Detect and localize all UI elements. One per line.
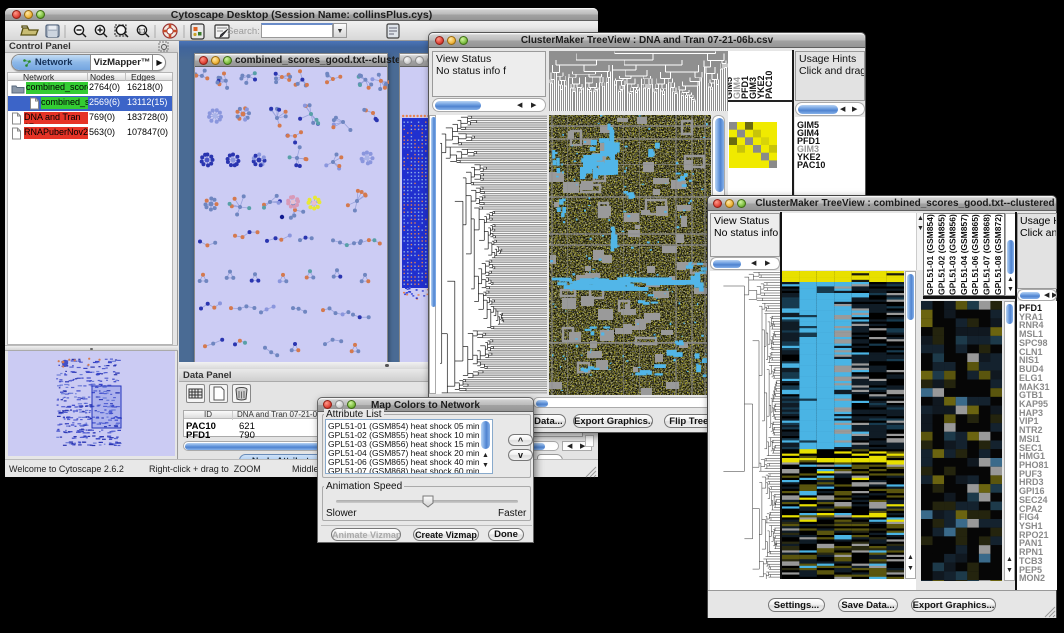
- svg-text:1:1: 1:1: [138, 29, 145, 35]
- svg-text:GPL51-07 (GSM868): GPL51-07 (GSM868): [982, 214, 992, 295]
- svg-text:GPL51-02 (GSM855): GPL51-02 (GSM855): [936, 214, 946, 295]
- svg-text:GPL51-03 (GSM856): GPL51-03 (GSM856): [948, 214, 958, 295]
- svg-text:GPL51-01 (GSM854): GPL51-01 (GSM854): [925, 214, 935, 295]
- svg-text:GPL51-06 (GSM865): GPL51-06 (GSM865): [970, 214, 980, 295]
- svg-text:GPL51-04 (GSM857): GPL51-04 (GSM857): [959, 214, 969, 295]
- svg-text:Search:: Search:: [227, 26, 260, 37]
- svg-text:GPL51-08 (GSM872): GPL51-08 (GSM872): [993, 214, 1003, 295]
- svg-text:PAC10: PAC10: [764, 71, 774, 99]
